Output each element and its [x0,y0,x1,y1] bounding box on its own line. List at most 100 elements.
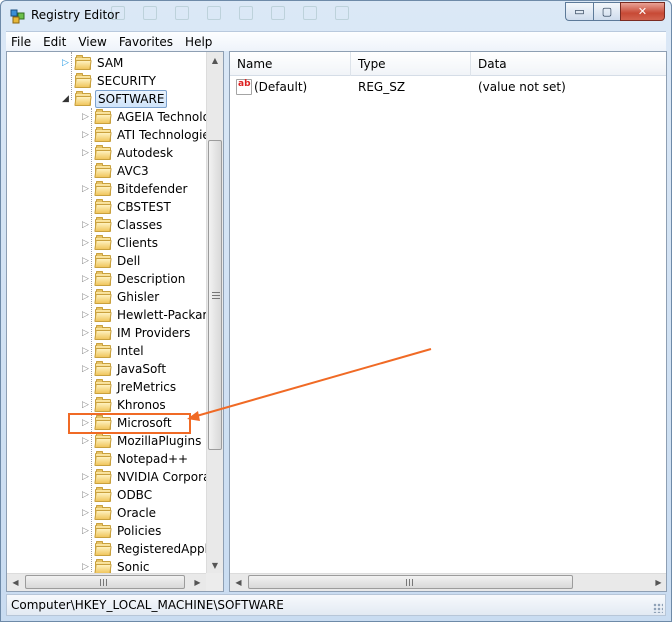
maximize-button[interactable]: ▢ [593,2,620,21]
folder-icon [74,91,92,106]
tree-node[interactable]: ▷ AGEIA Technologi [82,108,223,126]
tree-node-label: IM Providers [117,326,191,340]
close-button[interactable]: ✕ [620,2,665,21]
folder-icon [94,469,112,484]
tree-node[interactable]: ▷ ODBC [82,486,223,504]
folder-icon [94,181,112,196]
string-value-icon: ab [236,79,252,95]
folder-icon [94,361,112,376]
tree-node[interactable]: ▷ SAM [62,54,223,72]
tree-node-label: AVC3 [117,164,149,178]
tree-node[interactable]: ▷ JavaSoft [82,360,223,378]
folder-icon [94,145,112,160]
scroll-left-icon[interactable]: ◀ [7,574,24,591]
status-bar: Computer\HKEY_LOCAL_MACHINE\SOFTWARE [6,594,666,616]
folder-icon [94,559,112,574]
tree-node[interactable]: ▷ ATI Technologies [82,126,223,144]
annotation-highlight-box [68,413,191,434]
key-tree-pane[interactable]: ▷ SAM SECURITY ◢ SOFTWARE ▷ AGEIA Technologi ▷ A… [6,51,224,592]
menu-file[interactable]: File [6,35,37,49]
status-path: Computer\HKEY_LOCAL_MACHINE\SOFTWARE [11,598,284,612]
tree-node[interactable]: ▷ Ghisler [82,288,223,306]
folder-icon [94,451,112,466]
tree-node[interactable]: Notepad++ [82,450,223,468]
tree-node[interactable]: JreMetrics [82,378,223,396]
tree-node-label: Intel [117,344,144,358]
maximize-icon: ▢ [601,5,613,18]
scroll-down-icon[interactable]: ▼ [207,557,223,574]
tree-node-label: SAM [97,56,124,70]
tree-scroll-thumb[interactable] [208,140,222,450]
tree-node[interactable]: ▷ Description [82,270,223,288]
tree-node[interactable]: ▷ Hewlett-Packard [82,306,223,324]
values-horizontal-scrollbar[interactable]: ◀ ▶ [230,573,666,591]
registry-editor-app-icon [10,9,25,24]
value-type: REG_SZ [358,80,406,94]
tree-hscroll-thumb[interactable] [25,575,185,589]
tree-node-label: Clients [117,236,158,250]
caption-buttons: ▭ ▢ ✕ [565,2,665,21]
registry-editor-window: Registry Editor ▭ ▢ ✕ File Edit View Fav… [0,0,672,622]
tree-node-label: Oracle [117,506,157,520]
tree-vertical-scrollbar[interactable]: ▲ ▼ [206,52,223,574]
folder-icon [94,289,112,304]
tree-node[interactable]: ▷ MozillaPlugins [82,432,223,450]
tree-node-label: JavaSoft [117,362,167,376]
tree-node[interactable]: ▷ NVIDIA Corporatic [82,468,223,486]
tree-node-label: Khronos [117,398,166,412]
resize-grip-icon[interactable] [653,603,663,613]
tree-node[interactable]: AVC3 [82,162,223,180]
menu-help[interactable]: Help [179,35,218,49]
menu-edit[interactable]: Edit [37,35,72,49]
value-row[interactable]: ab (Default) REG_SZ (value not set) [230,78,666,96]
scroll-left-icon[interactable]: ◀ [230,574,247,591]
folder-icon [94,217,112,232]
tree-node-label: JreMetrics [117,380,177,394]
tree-node[interactable]: ▷ Classes [82,216,223,234]
tree-node-label: SECURITY [97,74,156,88]
tree-node-label: SOFTWARE [95,90,168,108]
column-data[interactable]: Data [471,52,666,76]
minimize-button[interactable]: ▭ [565,2,593,21]
tree-node-label: Policies [117,524,162,538]
menu-view[interactable]: View [72,35,112,49]
folder-icon [94,235,112,250]
value-data: (value not set) [478,80,566,94]
tree-node[interactable]: ▷ Khronos [82,396,223,414]
tree-node[interactable]: ▷ Intel [82,342,223,360]
ghost-toolbar [111,6,371,24]
tree-node-label: ATI Technologies [117,128,217,142]
tree-node[interactable]: CBSTEST [82,198,223,216]
tree-node[interactable]: ▷ Clients [82,234,223,252]
tree-node[interactable]: ◢ SOFTWARE [62,90,223,108]
value-name: (Default) [254,80,308,94]
folder-icon [94,505,112,520]
close-icon: ✕ [637,5,648,18]
menu-favorites[interactable]: Favorites [113,35,179,49]
column-name[interactable]: Name [230,52,351,76]
folder-icon [74,55,92,70]
tree-node[interactable]: SECURITY [62,72,223,90]
values-hscroll-thumb[interactable] [248,575,573,589]
tree-node[interactable]: ▷ Oracle [82,504,223,522]
tree-horizontal-scrollbar[interactable]: ◀ ▶ [7,573,206,591]
scroll-right-icon[interactable]: ▶ [650,574,666,591]
window-title: Registry Editor [31,8,120,22]
folder-icon [94,379,112,394]
title-bar[interactable]: Registry Editor ▭ ▢ ✕ [1,1,671,31]
tree-node[interactable]: ▷ Policies [82,522,223,540]
folder-icon [94,127,112,142]
tree-node[interactable]: ▷ IM Providers [82,324,223,342]
tree-node[interactable]: ▷ Autodesk [82,144,223,162]
tree-node[interactable]: ▷ Dell [82,252,223,270]
tree-node[interactable]: RegisteredApplica [82,540,223,558]
scroll-right-icon[interactable]: ▶ [189,574,206,591]
folder-icon [94,199,112,214]
folder-icon [94,253,112,268]
column-type[interactable]: Type [351,52,471,76]
tree-node-label: Ghisler [117,290,160,304]
folder-icon [94,433,112,448]
values-list-pane[interactable]: Name Type Data ab (Default) REG_SZ (valu… [229,51,667,592]
tree-node[interactable]: ▷ Bitdefender [82,180,223,198]
scroll-up-icon[interactable]: ▲ [207,52,223,69]
